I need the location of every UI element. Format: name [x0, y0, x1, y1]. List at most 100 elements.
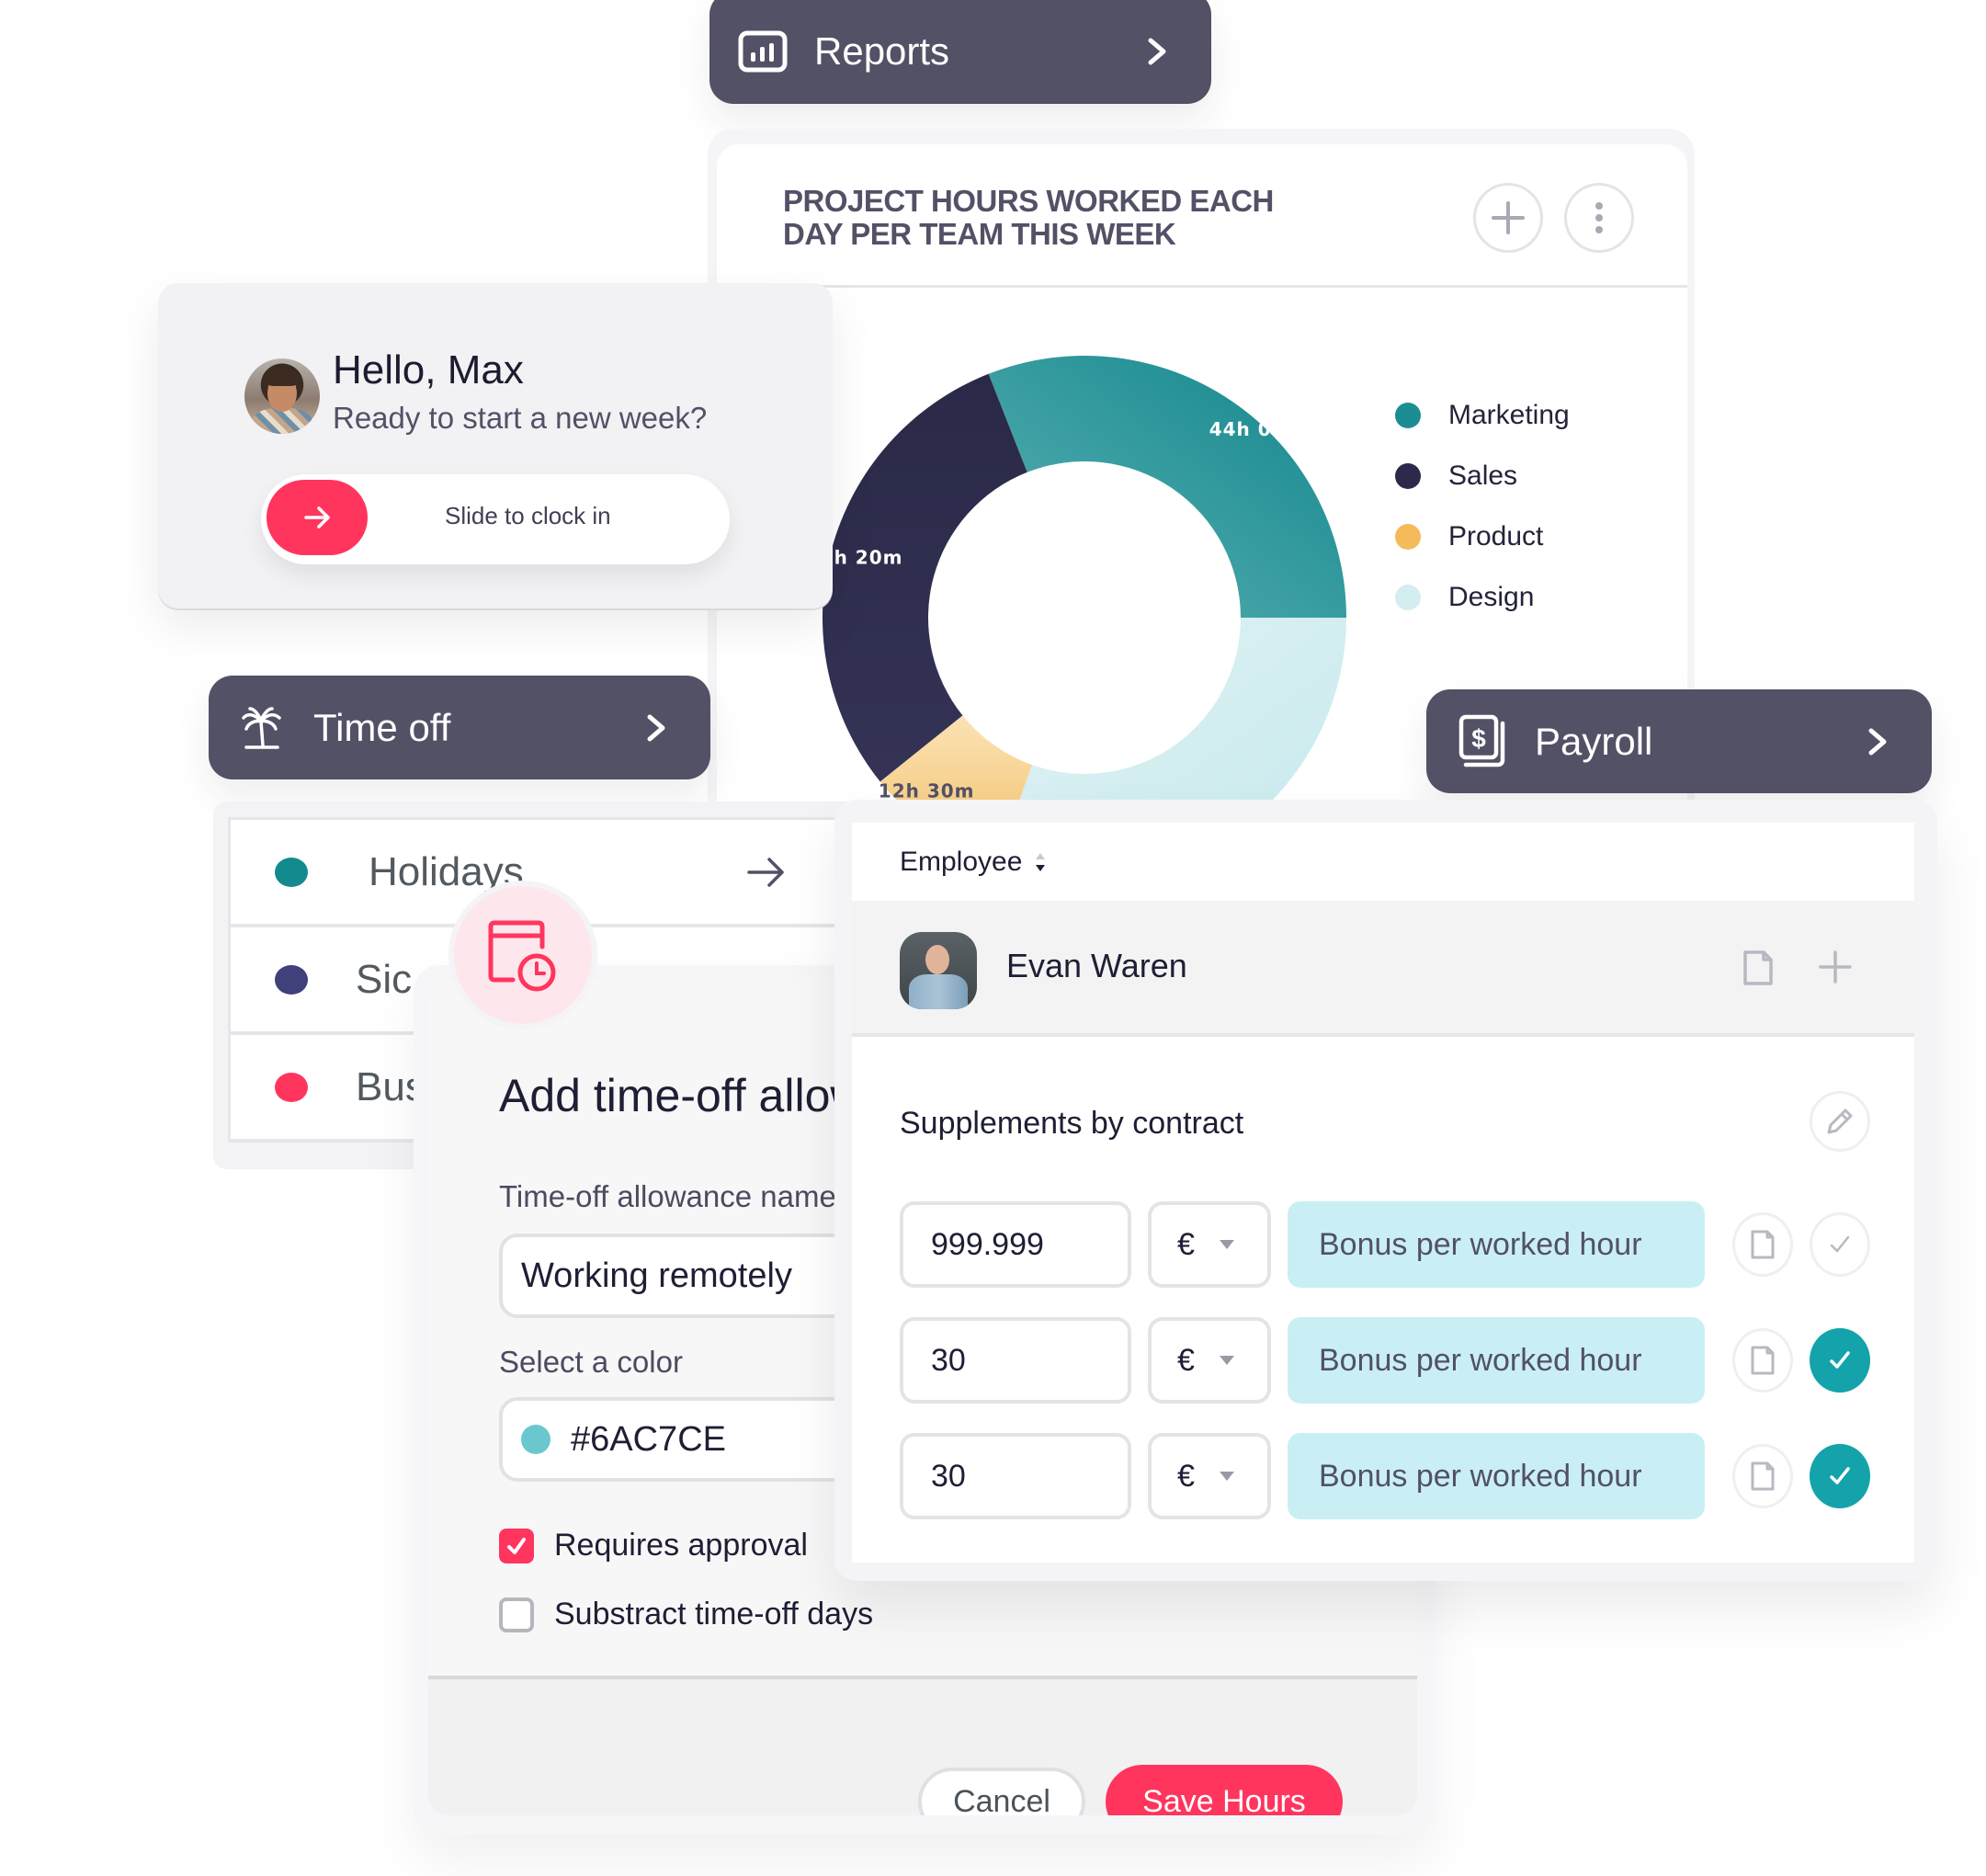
clock-in-slider[interactable]: Slide to clock in	[261, 474, 730, 564]
legend-label: Product	[1448, 521, 1544, 551]
chart-legend: Marketing Sales Product Design	[1395, 385, 1570, 628]
calendar-clock-icon	[488, 920, 556, 992]
donut-segment-sales[interactable]	[822, 373, 1027, 782]
legend-label: Marketing	[1448, 400, 1570, 430]
chevron-right-icon	[1138, 33, 1175, 70]
currency-value: €	[1177, 1458, 1195, 1494]
edit-supplements-button[interactable]	[1810, 1091, 1870, 1152]
checkmark-icon	[1830, 1351, 1850, 1369]
allowance-name-value: Working remotely	[521, 1256, 792, 1295]
employee-name: Evan Waren	[1006, 947, 1187, 984]
donut-data-label: 12h 30m	[879, 779, 975, 802]
supplement-amount-input[interactable]: 30	[900, 1433, 1131, 1519]
palm-tree-icon	[236, 702, 288, 754]
legend-label: Sales	[1448, 460, 1518, 491]
reports-label: Reports	[814, 28, 950, 73]
bar-chart-icon	[737, 26, 789, 77]
reports-nav-button[interactable]: Reports	[709, 0, 1211, 104]
supplements-title: Supplements by contract	[900, 1106, 1244, 1141]
calendar-clock-badge	[454, 886, 592, 1024]
donut-segment-marketing[interactable]	[988, 356, 1346, 618]
supplement-confirm-toggle[interactable]	[1810, 1328, 1870, 1393]
pencil-icon	[1827, 1109, 1853, 1134]
chevron-right-icon	[637, 710, 674, 746]
save-hours-button[interactable]: Save Hours	[1106, 1765, 1343, 1815]
supplement-type-value: Bonus per worked hour	[1319, 1226, 1642, 1262]
employee-avatar	[900, 932, 977, 1009]
time-off-label: Time off	[313, 705, 451, 749]
svg-text:$: $	[1471, 724, 1486, 753]
legend-item: Marketing	[1395, 385, 1570, 446]
time-off-item-label: Holidays	[369, 848, 524, 894]
subtract-days-label: Substract time-off days	[554, 1597, 874, 1632]
arrow-right-icon	[747, 857, 784, 887]
time-off-nav-button[interactable]: Time off	[209, 676, 710, 779]
caret-down-icon	[1219, 1240, 1234, 1249]
supplement-type-select[interactable]: Bonus per worked hour	[1288, 1433, 1705, 1519]
user-avatar	[244, 358, 320, 434]
requires-approval-option[interactable]: Requires approval	[499, 1528, 808, 1563]
supplement-row: 30 € Bonus per worked hour	[900, 1433, 1874, 1519]
cancel-button[interactable]: Cancel	[918, 1768, 1085, 1815]
currency-select[interactable]: €	[1148, 1317, 1271, 1404]
checkmark-icon	[507, 1537, 526, 1554]
time-off-color-dot	[275, 857, 308, 887]
supplement-document-button[interactable]	[1732, 1444, 1793, 1508]
donut-data-label: 44h 00m	[1209, 418, 1306, 440]
employee-row[interactable]: Evan Waren	[852, 901, 1914, 1037]
payroll-label: Payroll	[1535, 719, 1653, 763]
currency-value: €	[1177, 1226, 1195, 1262]
supplement-confirm-toggle[interactable]	[1810, 1444, 1870, 1508]
subtract-days-option[interactable]: Substract time-off days	[499, 1597, 873, 1632]
slider-label: Slide to clock in	[445, 502, 611, 529]
employee-column-header[interactable]: Employee	[852, 823, 1914, 901]
greeting-subtitle: Ready to start a new week?	[333, 401, 708, 435]
legend-item: Product	[1395, 506, 1570, 567]
legend-item: Sales	[1395, 446, 1570, 506]
time-off-color-dot	[275, 964, 308, 995]
caret-down-icon	[1219, 1472, 1234, 1481]
supplement-document-button[interactable]	[1732, 1328, 1793, 1393]
slider-handle[interactable]	[267, 480, 368, 555]
legend-label: Design	[1448, 582, 1535, 612]
currency-value: €	[1177, 1342, 1195, 1378]
document-icon	[1751, 1346, 1775, 1375]
supplement-type-select[interactable]: Bonus per worked hour	[1288, 1201, 1705, 1288]
dialog-footer: Cancel Save Hours	[428, 1679, 1417, 1815]
requires-approval-checkbox[interactable]	[499, 1528, 534, 1563]
currency-select[interactable]: €	[1148, 1433, 1271, 1519]
document-icon	[1751, 1461, 1775, 1491]
payroll-nav-button[interactable]: $ Payroll	[1426, 689, 1932, 793]
arrow-right-icon	[304, 506, 330, 529]
time-off-item-label: Sic	[356, 956, 413, 1002]
employee-header-label: Employee	[900, 846, 1023, 877]
supplement-document-button[interactable]	[1732, 1212, 1793, 1277]
checkmark-icon	[1830, 1235, 1850, 1253]
color-select-label: Select a color	[499, 1345, 683, 1379]
checkmark-icon	[1830, 1467, 1850, 1484]
document-icon[interactable]	[1742, 949, 1775, 987]
requires-approval-label: Requires approval	[554, 1528, 808, 1563]
currency-select[interactable]: €	[1148, 1201, 1271, 1288]
legend-swatch	[1395, 463, 1421, 489]
sort-icon[interactable]	[1033, 850, 1048, 874]
legend-swatch	[1395, 585, 1421, 610]
chevron-right-icon	[1858, 723, 1895, 760]
legend-swatch	[1395, 524, 1421, 550]
supplement-amount-value: 999.999	[931, 1226, 1044, 1262]
dollar-bill-icon: $	[1458, 714, 1509, 767]
color-value: #6AC7CE	[571, 1419, 726, 1459]
supplement-confirm-toggle[interactable]	[1810, 1212, 1870, 1277]
supplement-type-select[interactable]: Bonus per worked hour	[1288, 1317, 1705, 1404]
plus-icon[interactable]	[1817, 949, 1854, 985]
subtract-days-checkbox[interactable]	[499, 1597, 534, 1632]
supplement-amount-input[interactable]: 30	[900, 1317, 1131, 1404]
allowance-name-label: Time-off allowance name	[499, 1179, 836, 1213]
legend-item: Design	[1395, 567, 1570, 628]
legend-swatch	[1395, 403, 1421, 428]
supplement-row: 999.999 € Bonus per worked hour	[900, 1201, 1874, 1288]
supplement-amount-value: 30	[931, 1342, 966, 1378]
supplement-type-value: Bonus per worked hour	[1319, 1458, 1642, 1494]
time-off-color-dot	[275, 1072, 308, 1102]
supplement-amount-input[interactable]: 999.999	[900, 1201, 1131, 1288]
